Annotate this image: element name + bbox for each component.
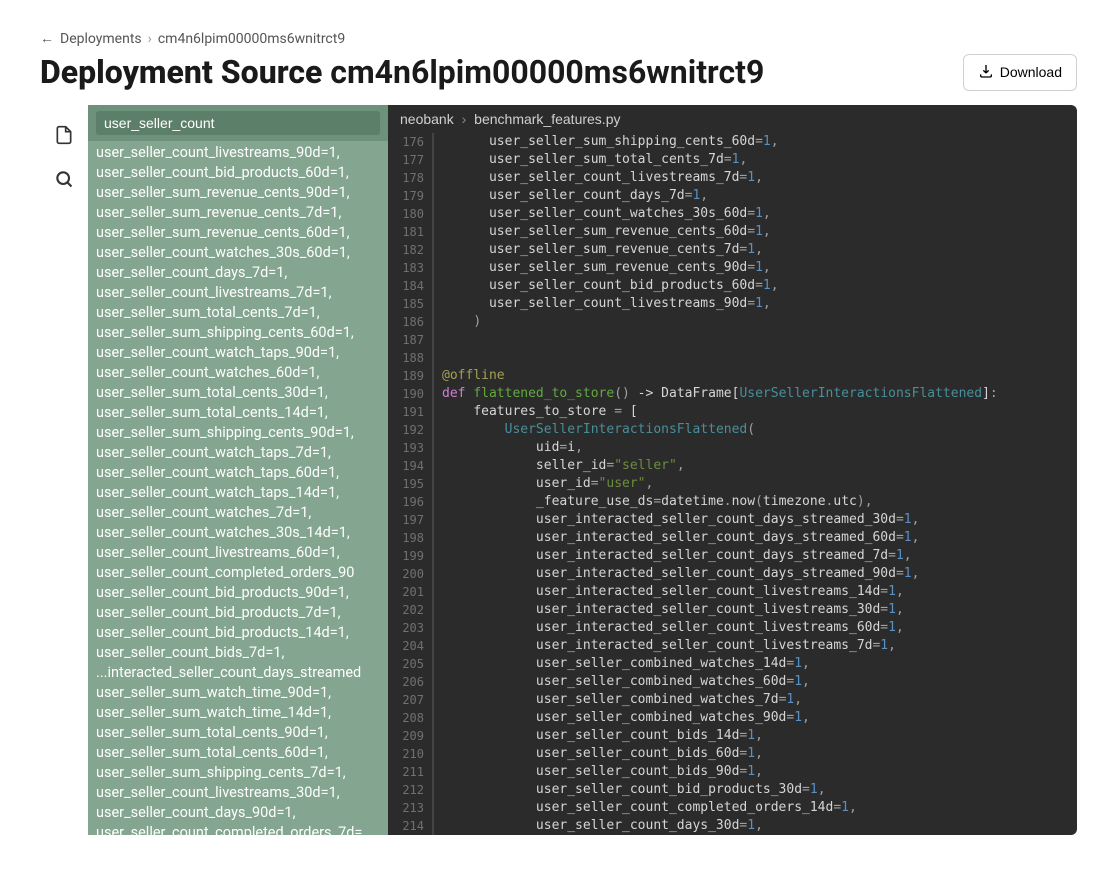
workspace: user_seller_count_livestreams_90d=1,user… <box>40 105 1077 835</box>
code-line[interactable]: user_interacted_seller_count_livestreams… <box>432 601 1077 619</box>
file-breadcrumb: neobank › benchmark_features.py <box>388 105 1077 133</box>
search-results[interactable]: user_seller_count_livestreams_90d=1,user… <box>88 141 388 835</box>
code-line[interactable]: user_interacted_seller_count_livestreams… <box>432 583 1077 601</box>
code-line[interactable] <box>432 349 1077 367</box>
code-line[interactable]: def flattened_to_store() -> DataFrame[Us… <box>432 385 1077 403</box>
search-result-item[interactable]: user_seller_count_completed_orders_90 <box>88 563 388 583</box>
back-arrow-icon[interactable]: ← <box>40 30 54 47</box>
iconbar <box>40 105 88 835</box>
code-line[interactable]: user_seller_count_bid_products_60d=1, <box>432 277 1077 295</box>
code-line[interactable]: user_interacted_seller_count_days_stream… <box>432 547 1077 565</box>
search-result-item[interactable]: user_seller_count_days_7d=1, <box>88 263 388 283</box>
code-line[interactable]: user_seller_count_bids_90d=1, <box>432 763 1077 781</box>
download-label: Download <box>1000 64 1062 80</box>
code-line[interactable]: user_seller_sum_revenue_cents_60d=1, <box>432 223 1077 241</box>
search-result-item[interactable]: user_seller_count_completed_orders_7d= <box>88 823 388 835</box>
code-area[interactable]: user_seller_sum_shipping_cents_60d=1, us… <box>430 133 1077 835</box>
breadcrumb-back[interactable]: Deployments <box>60 31 142 47</box>
code-line[interactable]: user_seller_combined_watches_60d=1, <box>432 673 1077 691</box>
search-result-item[interactable]: user_seller_sum_revenue_cents_60d=1, <box>88 223 388 243</box>
search-result-item[interactable]: user_seller_sum_total_cents_30d=1, <box>88 383 388 403</box>
code-line[interactable]: user_seller_count_bid_products_30d=1, <box>432 781 1077 799</box>
code-line[interactable]: uid=i, <box>432 439 1077 457</box>
page-title: Deployment Source cm4n6lpim00000ms6wnitr… <box>40 53 764 91</box>
code-line[interactable]: user_seller_combined_watches_7d=1, <box>432 691 1077 709</box>
code-line[interactable]: user_seller_count_bids_14d=1, <box>432 727 1077 745</box>
search-result-item[interactable]: user_seller_sum_watch_time_90d=1, <box>88 683 388 703</box>
code-line[interactable]: UserSellerInteractionsFlattened( <box>432 421 1077 439</box>
search-result-item[interactable]: user_seller_sum_shipping_cents_60d=1, <box>88 323 388 343</box>
code-editor: neobank › benchmark_features.py 17617717… <box>388 105 1077 835</box>
code-line[interactable]: user_seller_sum_revenue_cents_90d=1, <box>432 259 1077 277</box>
search-result-item[interactable]: user_seller_sum_revenue_cents_90d=1, <box>88 183 388 203</box>
search-result-item[interactable]: user_seller_count_days_90d=1, <box>88 803 388 823</box>
code-line[interactable]: user_seller_sum_shipping_cents_60d=1, <box>432 133 1077 151</box>
code-line[interactable]: user_interacted_seller_count_livestreams… <box>432 619 1077 637</box>
code-line[interactable]: user_seller_count_livestreams_90d=1, <box>432 295 1077 313</box>
code-line[interactable]: user_seller_sum_revenue_cents_7d=1, <box>432 241 1077 259</box>
code-line[interactable]: user_seller_sum_total_cents_7d=1, <box>432 151 1077 169</box>
code-line[interactable]: user_id="user", <box>432 475 1077 493</box>
search-result-item[interactable]: ...interacted_seller_count_days_streamed <box>88 663 388 683</box>
search-result-item[interactable]: user_seller_count_watches_7d=1, <box>88 503 388 523</box>
search-result-item[interactable]: user_seller_count_bid_products_90d=1, <box>88 583 388 603</box>
search-result-item[interactable]: user_seller_sum_total_cents_90d=1, <box>88 723 388 743</box>
file-icon[interactable] <box>48 119 80 151</box>
code-line[interactable]: user_seller_count_completed_orders_14d=1… <box>432 799 1077 817</box>
search-result-item[interactable]: user_seller_count_livestreams_7d=1, <box>88 283 388 303</box>
search-result-item[interactable]: user_seller_count_watches_60d=1, <box>88 363 388 383</box>
search-result-item[interactable]: user_seller_count_watch_taps_90d=1, <box>88 343 388 363</box>
search-result-item[interactable]: user_seller_count_livestreams_90d=1, <box>88 143 388 163</box>
chevron-right-icon: › <box>148 31 152 47</box>
search-sidebar: user_seller_count_livestreams_90d=1,user… <box>88 105 388 835</box>
code-line[interactable]: ) <box>432 313 1077 331</box>
breadcrumb: ← Deployments › cm4n6lpim00000ms6wnitrct… <box>40 30 1077 47</box>
code-line[interactable]: _feature_use_ds=datetime.now(timezone.ut… <box>432 493 1077 511</box>
code-line[interactable]: user_seller_count_watches_30s_60d=1, <box>432 205 1077 223</box>
code-line[interactable]: user_seller_combined_watches_90d=1, <box>432 709 1077 727</box>
search-result-item[interactable]: user_seller_count_watches_30s_14d=1, <box>88 523 388 543</box>
code-line[interactable]: user_seller_combined_watches_14d=1, <box>432 655 1077 673</box>
search-result-item[interactable]: user_seller_count_watches_30s_60d=1, <box>88 243 388 263</box>
search-result-item[interactable]: user_seller_count_bid_products_14d=1, <box>88 623 388 643</box>
code-line[interactable]: @offline <box>432 367 1077 385</box>
download-icon <box>978 63 994 82</box>
search-result-item[interactable]: user_seller_count_bids_7d=1, <box>88 643 388 663</box>
search-result-item[interactable]: user_seller_sum_total_cents_60d=1, <box>88 743 388 763</box>
search-result-item[interactable]: user_seller_count_livestreams_30d=1, <box>88 783 388 803</box>
search-result-item[interactable]: user_seller_count_bid_products_7d=1, <box>88 603 388 623</box>
code-line[interactable]: user_interacted_seller_count_days_stream… <box>432 511 1077 529</box>
code-line[interactable] <box>432 331 1077 349</box>
line-numbers: 1761771781791801811821831841851861871881… <box>388 133 430 835</box>
search-result-item[interactable]: user_seller_sum_total_cents_7d=1, <box>88 303 388 323</box>
search-result-item[interactable]: user_seller_count_livestreams_60d=1, <box>88 543 388 563</box>
search-result-item[interactable]: user_seller_count_watch_taps_14d=1, <box>88 483 388 503</box>
search-result-item[interactable]: user_seller_sum_shipping_cents_7d=1, <box>88 763 388 783</box>
breadcrumb-current: cm4n6lpim00000ms6wnitrct9 <box>158 31 345 47</box>
code-line[interactable]: user_interacted_seller_count_days_stream… <box>432 529 1077 547</box>
code-line[interactable]: seller_id="seller", <box>432 457 1077 475</box>
code-line[interactable]: user_interacted_seller_count_livestreams… <box>432 637 1077 655</box>
code-line[interactable]: user_seller_count_livestreams_7d=1, <box>432 169 1077 187</box>
search-result-item[interactable]: user_seller_count_watch_taps_7d=1, <box>88 443 388 463</box>
search-result-item[interactable]: user_seller_count_watch_taps_60d=1, <box>88 463 388 483</box>
code-line[interactable]: user_seller_count_days_30d=1, <box>432 817 1077 835</box>
search-result-item[interactable]: user_seller_sum_total_cents_14d=1, <box>88 403 388 423</box>
search-icon[interactable] <box>48 163 80 195</box>
search-result-item[interactable]: user_seller_count_bid_products_60d=1, <box>88 163 388 183</box>
download-button[interactable]: Download <box>963 54 1077 91</box>
search-result-item[interactable]: user_seller_sum_watch_time_14d=1, <box>88 703 388 723</box>
code-line[interactable]: user_interacted_seller_count_days_stream… <box>432 565 1077 583</box>
code-line[interactable]: user_seller_count_bids_60d=1, <box>432 745 1077 763</box>
code-line[interactable]: user_seller_count_days_7d=1, <box>432 187 1077 205</box>
search-input[interactable] <box>96 111 380 135</box>
code-line[interactable]: features_to_store = [ <box>432 403 1077 421</box>
search-result-item[interactable]: user_seller_sum_revenue_cents_7d=1, <box>88 203 388 223</box>
search-result-item[interactable]: user_seller_sum_shipping_cents_90d=1, <box>88 423 388 443</box>
chevron-right-icon: › <box>462 111 467 127</box>
